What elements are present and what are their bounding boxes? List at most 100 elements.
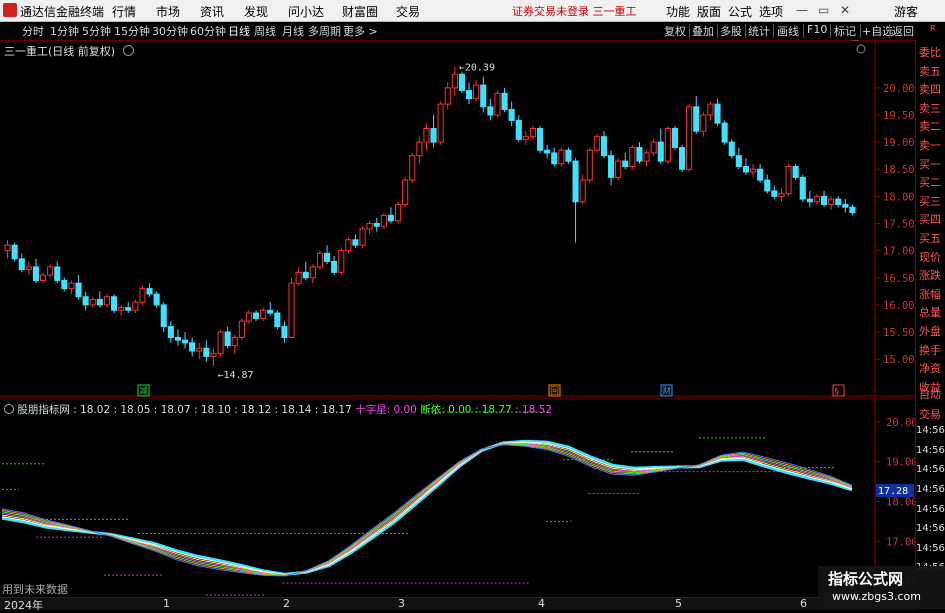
svg-text:财: 财 (662, 385, 671, 397)
menu-wealth-circle[interactable]: 财富圈 (342, 3, 378, 20)
toolbar-back[interactable]: 返回 (892, 23, 914, 39)
indicator-line (1, 443, 853, 576)
quote-field-label[interactable]: 买五 (919, 230, 941, 246)
candle (565, 147, 572, 164)
quote-field-label[interactable]: 涨跌 (919, 267, 941, 283)
minimize-icon[interactable]: — (796, 3, 808, 17)
toolbar-mark[interactable]: 标记 (834, 23, 856, 39)
period-more[interactable]: 更多 > (343, 23, 378, 39)
menu-options[interactable]: 选项 (759, 3, 783, 20)
menu-trade[interactable]: 交易 (396, 3, 420, 20)
quote-field-label[interactable]: 买四 (919, 211, 941, 227)
tick-tab-label[interactable]: 交易 (919, 406, 941, 422)
candle (742, 158, 750, 175)
candlestick-chart[interactable]: 20.00 19.50 19.00 18.50 18.00 17.50 17.00 16.50… (0, 40, 915, 397)
period-15min[interactable]: 15分钟 (114, 23, 150, 39)
indicator-tick-label: 20.00 (886, 417, 915, 429)
candle (267, 302, 274, 316)
candle (139, 285, 146, 305)
svg-text:回: 回 (550, 386, 559, 397)
menu-quotes[interactable]: 行情 (112, 3, 136, 20)
event-marker[interactable]: 减 (137, 384, 150, 397)
tick-time-label: 14:56 (916, 484, 945, 495)
candle (32, 258, 40, 284)
candle (295, 266, 302, 286)
menu-ask-xiaoda[interactable]: 问小达 (288, 3, 324, 20)
event-marker[interactable]: 财 (660, 384, 673, 397)
quote-field-label[interactable]: 买一 (919, 156, 941, 172)
quote-field-label[interactable]: 外盘 (919, 323, 941, 339)
candle (501, 87, 508, 113)
quote-field-label[interactable]: 卖四 (919, 81, 941, 97)
quote-field-label[interactable]: 买三 (919, 193, 941, 209)
period-weekly[interactable]: 周线 (254, 23, 276, 39)
tick-tab-label[interactable]: 自动 (919, 386, 941, 402)
high-price-label: ←20.39 (459, 63, 495, 74)
price-tick-label: 16.00 (883, 300, 915, 312)
period-multi[interactable]: 多周期 (308, 23, 341, 39)
app-name: 通达信金融终端 (20, 5, 105, 19)
candle (118, 304, 125, 316)
candle (423, 123, 430, 151)
toolbar-draw[interactable]: 画线 (777, 23, 799, 39)
period-monthly[interactable]: 月线 (282, 23, 304, 39)
quote-field-label[interactable]: 卖五 (919, 63, 941, 79)
period-60min[interactable]: 60分钟 (190, 23, 226, 39)
quote-field-label[interactable]: 卖一 (919, 137, 941, 153)
menu-market[interactable]: 市场 (156, 3, 180, 20)
menu-discover[interactable]: 发现 (244, 3, 268, 20)
quote-field-label[interactable]: 换手 (919, 342, 941, 358)
toolbar-overlay[interactable]: 叠加 (692, 23, 714, 39)
quote-field-label[interactable]: 委比 (919, 44, 941, 60)
event-marker[interactable]: 回 (548, 384, 561, 397)
menu-news[interactable]: 资讯 (200, 3, 224, 20)
toolbar-multi-stock[interactable]: 多股 (720, 23, 742, 39)
tick-time-label: 14:56 (916, 542, 945, 554)
candle (309, 264, 316, 284)
candle (18, 253, 25, 273)
guest-label[interactable]: 游客 (894, 3, 918, 20)
toolbar-adjust[interactable]: 复权 (664, 23, 686, 39)
period-5min[interactable]: 5分钟 (82, 23, 111, 39)
quote-field-label[interactable]: 涨幅 (919, 286, 941, 302)
candle (728, 139, 735, 159)
quote-field-label[interactable]: 卖三 (919, 100, 941, 116)
quote-field-label[interactable]: 买二 (919, 174, 941, 190)
quote-field-label[interactable]: 净资 (919, 360, 941, 376)
tick-time-label: 14:56 (916, 464, 945, 476)
quote-field-label[interactable]: 总量 (919, 304, 941, 320)
future-data-warning: 用到未来数据 (2, 583, 68, 596)
quote-field-label[interactable]: 现价 (919, 249, 941, 265)
candle (302, 261, 309, 281)
candle (806, 190, 813, 208)
quote-field-label[interactable]: 卖二 (919, 118, 941, 134)
candle (522, 131, 529, 145)
period-30min[interactable]: 30分钟 (152, 23, 188, 39)
price-tick-label: 15.00 (883, 354, 915, 366)
candle (160, 302, 167, 333)
pane-close-icon[interactable] (856, 44, 866, 54)
restore-icon[interactable]: ▭ (818, 3, 829, 17)
candle (430, 114, 437, 148)
candle (579, 174, 586, 205)
price-tick-label: 19.00 (883, 137, 915, 149)
toolbar-f10[interactable]: F10 (807, 23, 827, 36)
menu-function[interactable]: 功能 (666, 3, 690, 20)
period-1min[interactable]: 1分钟 (50, 23, 79, 39)
candle (75, 275, 82, 300)
indicator-line (1, 441, 853, 576)
close-icon[interactable]: ✕ (840, 3, 850, 17)
candle (749, 163, 757, 178)
candle (494, 90, 501, 118)
menu-layout[interactable]: 版面 (697, 3, 721, 20)
period-timeshare[interactable]: 分时 (22, 23, 44, 39)
menu-formula[interactable]: 公式 (728, 3, 752, 20)
indicator-chart[interactable]: 20.0019.0018.0017.0016.00 17.28 (0, 398, 915, 597)
toolbar-stats[interactable]: 统计 (748, 23, 770, 39)
event-marker[interactable]: § (832, 384, 845, 397)
candle (487, 98, 494, 121)
period-daily[interactable]: 日线 (228, 23, 250, 39)
candle (686, 104, 693, 172)
candle (714, 98, 721, 126)
candle (345, 237, 352, 254)
